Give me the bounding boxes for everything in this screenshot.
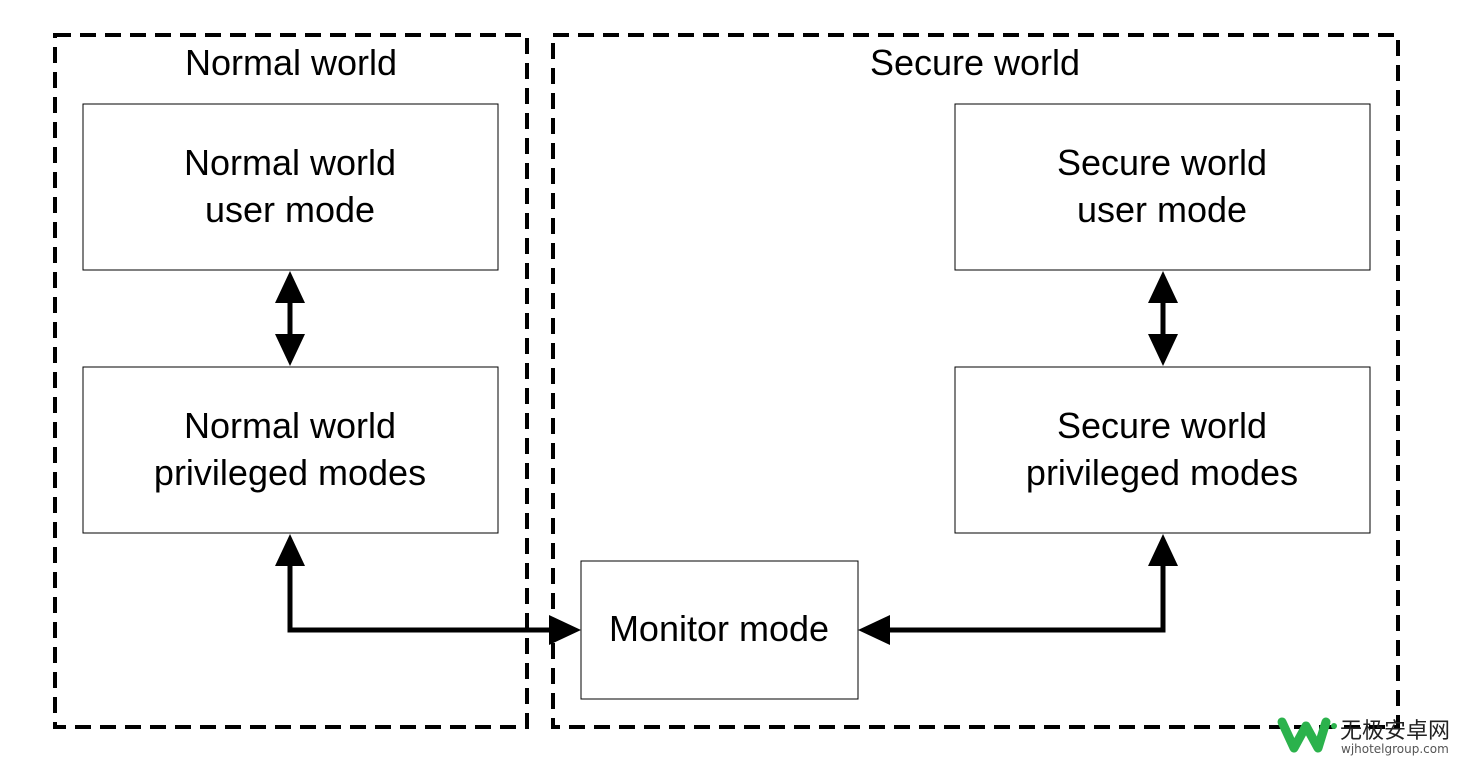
box-label-line: Secure world: [1057, 405, 1267, 446]
monitor-mode-box: Monitor mode: [580, 560, 859, 700]
watermark-logo: 无极安卓网 wjhotelgroup.com: [1277, 717, 1450, 756]
trustzone-diagram: Normal world Secure world Normal world u…: [53, 33, 1450, 756]
box-label-line: Normal world: [184, 142, 396, 183]
box-label-line: Secure world: [1057, 142, 1267, 183]
box-label-line: Monitor mode: [609, 608, 829, 649]
box-label-line: privileged modes: [154, 452, 426, 493]
normal-to-monitor-arrow: [287, 565, 550, 633]
secure-world-title: Secure world: [870, 42, 1080, 83]
box-label-line: privileged modes: [1026, 452, 1298, 493]
box-label-line: user mode: [1077, 189, 1247, 230]
box-label-line: user mode: [205, 189, 375, 230]
normal-privileged-modes-box: Normal world privileged modes: [82, 366, 499, 534]
watermark-en: wjhotelgroup.com: [1341, 742, 1449, 756]
watermark-cn: 无极安卓网: [1340, 719, 1450, 744]
secure-privileged-modes-box: Secure world privileged modes: [954, 366, 1371, 534]
normal-user-mode-box: Normal world user mode: [82, 103, 499, 271]
normal-world-title: Normal world: [185, 42, 397, 83]
box-label-line: Normal world: [184, 405, 396, 446]
secure-user-mode-box: Secure world user mode: [954, 103, 1371, 271]
secure-to-monitor-arrow: [890, 565, 1166, 633]
